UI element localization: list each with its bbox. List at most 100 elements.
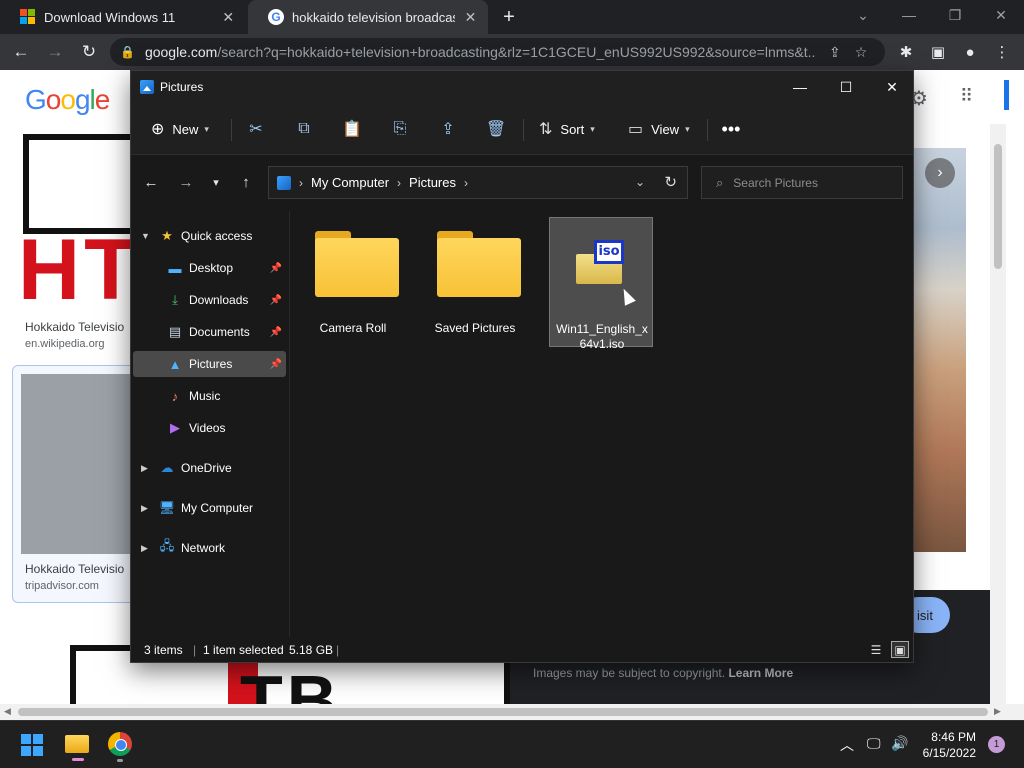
expand-chevron-icon[interactable]: ▶ xyxy=(141,543,148,554)
google-logo[interactable]: Google xyxy=(25,84,110,116)
details-view-icon[interactable]: ☰ xyxy=(867,641,885,658)
view-button[interactable]: ▭ View ▾ xyxy=(628,117,690,141)
nav-pictures[interactable]: ▲ Pictures 📌 xyxy=(133,351,286,377)
up-arrow-icon[interactable]: ↑ xyxy=(234,170,258,194)
scroll-right-arrow-icon[interactable]: ▶ xyxy=(994,706,1001,717)
breadcrumb-chevron-icon[interactable]: › xyxy=(299,176,303,190)
breadcrumb-chevron-icon[interactable]: › xyxy=(464,176,468,190)
scroll-thumb[interactable] xyxy=(18,708,988,716)
result-image-htb-logo[interactable] xyxy=(23,134,131,234)
url-host: google.com xyxy=(144,44,218,60)
maximize-icon[interactable]: ☐ xyxy=(823,71,869,103)
close-window-icon[interactable]: ✕ xyxy=(978,0,1024,30)
taskbar-file-explorer-icon[interactable] xyxy=(62,729,92,761)
tab-label: Download Windows 11 xyxy=(44,9,176,25)
learn-more-link[interactable]: Learn More xyxy=(728,666,793,680)
nav-my-computer[interactable]: ▶ 🖥 My Computer xyxy=(133,495,286,521)
nav-music[interactable]: ♪ Music xyxy=(133,383,286,409)
file-item-camera-roll[interactable]: Camera Roll xyxy=(301,217,405,347)
page-vertical-scrollbar[interactable] xyxy=(990,124,1006,704)
close-icon[interactable]: ✕ xyxy=(869,71,915,103)
breadcrumb-my-computer[interactable]: My Computer xyxy=(311,175,389,190)
minimize-icon[interactable]: — xyxy=(886,0,932,30)
nav-desktop[interactable]: ▬ Desktop 📌 xyxy=(133,255,286,281)
new-button[interactable]: ⊕ New ▾ xyxy=(151,117,209,141)
side-panel-icon[interactable]: ▣ xyxy=(922,34,954,70)
rename-icon[interactable]: ⎘ xyxy=(388,117,412,141)
sign-in-edge[interactable] xyxy=(1004,80,1009,110)
tab-close-icon[interactable]: ✕ xyxy=(463,9,478,26)
share-icon[interactable]: ⇪ xyxy=(436,117,460,141)
result-title[interactable]: Hokkaido Televisio xyxy=(25,320,124,334)
result-image-placeholder[interactable] xyxy=(21,374,138,554)
extensions-puzzle-icon[interactable]: ✱ xyxy=(890,34,922,70)
pane-splitter[interactable] xyxy=(289,211,290,637)
result-title[interactable]: Hokkaido Televisio xyxy=(25,562,124,576)
breadcrumb-chevron-icon[interactable]: › xyxy=(397,176,401,190)
volume-speaker-icon[interactable]: 🔊 xyxy=(891,735,908,752)
file-item-win11-iso[interactable]: iso Win11_English_x64v1.iso xyxy=(549,217,653,351)
address-history-chevron-icon[interactable]: ⌄ xyxy=(635,175,645,189)
large-icons-view-icon[interactable]: ▣ xyxy=(891,641,909,658)
network-icon: 🖧 xyxy=(159,538,175,553)
clock-date: 6/15/2022 xyxy=(922,746,976,760)
cut-scissors-icon[interactable]: ✂ xyxy=(244,117,268,141)
nav-quick-access[interactable]: ▼ ★ Quick access xyxy=(133,223,286,249)
page-horizontal-scrollbar[interactable]: ◀ ▶ xyxy=(0,704,1024,720)
preview-photo-building[interactable] xyxy=(913,148,966,552)
google-apps-grid-icon[interactable]: ⠿ xyxy=(960,86,973,107)
new-tab-plus-icon[interactable]: + xyxy=(498,6,520,29)
search-input[interactable]: ⌕ Search Pictures xyxy=(701,166,903,199)
nav-downloads[interactable]: ⤓ Downloads 📌 xyxy=(133,287,286,313)
network-status-icon[interactable]: 🖵 xyxy=(867,735,881,752)
sort-button[interactable]: ⇅ Sort ▾ xyxy=(539,117,595,141)
file-item-saved-pictures[interactable]: Saved Pictures xyxy=(423,217,527,347)
nav-network[interactable]: ▶ 🖧 Network xyxy=(133,535,286,561)
browser-menu-icon[interactable]: ⋮ xyxy=(986,34,1018,70)
next-image-chevron-icon[interactable]: › xyxy=(925,158,955,188)
minimize-icon[interactable]: — xyxy=(777,71,823,103)
profile-avatar-icon[interactable]: ● xyxy=(954,34,986,70)
breadcrumb-pictures[interactable]: Pictures xyxy=(409,175,456,190)
reload-icon[interactable]: ↻ xyxy=(74,37,104,67)
video-icon: ▶ xyxy=(170,420,180,435)
nav-documents[interactable]: ▤ Documents 📌 xyxy=(133,319,286,345)
recent-locations-chevron-icon[interactable]: ▾ xyxy=(204,170,228,194)
paste-icon[interactable]: 📋 xyxy=(340,117,364,141)
back-arrow-icon[interactable]: ← xyxy=(139,170,163,194)
notification-badge[interactable]: 1 xyxy=(988,736,1005,753)
copy-icon[interactable]: ⧉ xyxy=(292,117,316,141)
tab-search-chevron-icon[interactable]: ⌄ xyxy=(840,0,886,30)
forward-arrow-icon[interactable]: → xyxy=(174,170,198,194)
nav-videos[interactable]: ▶ Videos xyxy=(133,415,286,441)
scroll-thumb[interactable] xyxy=(994,144,1002,269)
share-icon[interactable]: ⇪ xyxy=(829,44,841,61)
tab-download-windows[interactable]: Download Windows 11 ✕ xyxy=(0,0,246,34)
expand-chevron-icon[interactable]: ▶ xyxy=(141,503,148,514)
forward-arrow-icon[interactable]: → xyxy=(40,37,70,67)
explorer-address-bar[interactable]: › My Computer › Pictures › ⌄ ↻ xyxy=(268,166,688,199)
start-windows-icon[interactable] xyxy=(21,734,43,756)
explorer-titlebar[interactable]: Pictures — ☐ ✕ xyxy=(131,71,913,103)
url-text[interactable]: google.com/search?q=hokkaido+television+… xyxy=(145,44,815,60)
taskbar-chrome-icon[interactable] xyxy=(108,732,132,756)
back-arrow-icon[interactable]: ← xyxy=(6,37,36,67)
tray-overflow-chevron-icon[interactable]: ︿ xyxy=(840,735,854,755)
scroll-left-arrow-icon[interactable]: ◀ xyxy=(4,706,11,717)
tab-close-icon[interactable]: ✕ xyxy=(221,9,236,26)
more-options-ellipsis-icon[interactable]: ••• xyxy=(719,117,743,141)
restore-icon[interactable]: ❐ xyxy=(932,0,978,30)
bookmark-star-icon[interactable]: ☆ xyxy=(855,44,868,61)
nav-onedrive[interactable]: ▶ ☁ OneDrive xyxy=(133,455,286,481)
pin-icon[interactable]: 📌 xyxy=(270,263,282,274)
address-bar[interactable]: 🔒 google.com/search?q=hokkaido+televisio… xyxy=(110,38,885,66)
delete-trash-icon[interactable]: 🗑 xyxy=(484,117,508,141)
collapse-chevron-icon[interactable]: ▼ xyxy=(141,231,150,241)
pin-icon[interactable]: 📌 xyxy=(270,359,282,370)
pin-icon[interactable]: 📌 xyxy=(270,295,282,306)
pin-icon[interactable]: 📌 xyxy=(270,327,282,338)
system-clock[interactable]: 8:46 PM 6/15/2022 xyxy=(918,729,976,761)
expand-chevron-icon[interactable]: ▶ xyxy=(141,463,148,474)
refresh-icon[interactable]: ↻ xyxy=(664,173,677,191)
tab-google-search[interactable]: G hokkaido television broadcasting ✕ xyxy=(248,0,488,34)
